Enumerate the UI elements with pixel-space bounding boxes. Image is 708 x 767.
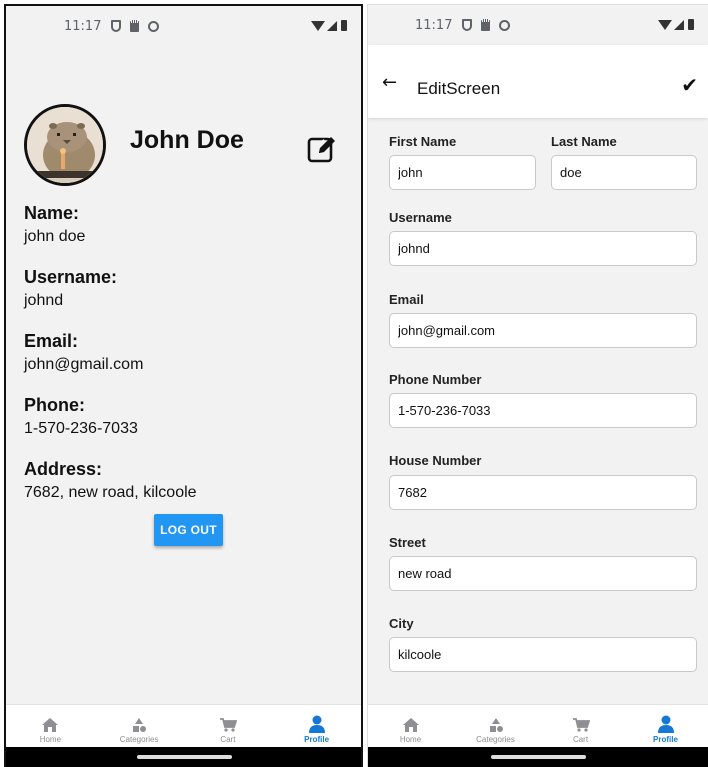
- tab-cart[interactable]: Cart: [184, 705, 273, 747]
- battery-icon: [341, 20, 347, 31]
- tab-categories[interactable]: Categories: [453, 705, 538, 747]
- home-icon: [42, 718, 59, 732]
- edit-profile-button[interactable]: [306, 133, 338, 165]
- tab-label: Home: [39, 735, 62, 744]
- sync-icon: [499, 19, 511, 31]
- username-label: Username: [389, 210, 452, 225]
- tab-label: Cart: [572, 735, 589, 744]
- tab-profile[interactable]: Profile: [623, 705, 708, 747]
- categories-icon: [489, 718, 503, 732]
- tab-label: Profile: [653, 735, 678, 744]
- city-field[interactable]: [389, 637, 697, 672]
- email-value: john@gmail.com: [24, 356, 144, 373]
- username-value: johnd: [24, 292, 64, 309]
- phone-number-field[interactable]: [389, 393, 697, 428]
- status-time: 11:17: [64, 18, 102, 34]
- capybara-avatar-icon: [27, 107, 103, 183]
- cart-icon: [572, 718, 590, 732]
- wifi-icon: [311, 20, 325, 31]
- profile-display-name: John Doe: [130, 126, 244, 154]
- signal-icon: [674, 19, 684, 30]
- tab-categories[interactable]: Categories: [95, 705, 184, 747]
- profile-screen: 11:17 John Doe Name: john doe Username: …: [4, 4, 363, 767]
- email-field[interactable]: [389, 313, 697, 348]
- username-label: Username:: [24, 267, 118, 287]
- city-label: City: [389, 616, 414, 631]
- house-number-field[interactable]: [389, 475, 697, 510]
- edit-icon: [307, 137, 335, 163]
- profile-icon: [657, 715, 674, 733]
- page-title: EditScreen: [417, 79, 501, 98]
- email-label: Email: [389, 292, 424, 307]
- status-bar: 11:17: [6, 6, 361, 46]
- phone-label: Phone:: [24, 395, 85, 415]
- categories-icon: [133, 718, 147, 732]
- shield-icon: [462, 19, 473, 31]
- first-name-label: First Name: [389, 134, 457, 149]
- sd-card-icon: [130, 19, 140, 32]
- home-gesture-handle[interactable]: [491, 755, 586, 759]
- last-name-label: Last Name: [551, 134, 617, 149]
- tab-home[interactable]: Home: [6, 705, 95, 747]
- sync-icon: [148, 20, 160, 32]
- profile-icon: [308, 715, 325, 733]
- logout-button[interactable]: LOG OUT: [154, 514, 223, 546]
- tab-label: Home: [399, 735, 422, 744]
- name-value: john doe: [24, 228, 86, 245]
- signal-icon: [327, 20, 337, 31]
- address-label: Address:: [24, 459, 103, 479]
- avatar: [24, 104, 106, 186]
- street-label: Street: [389, 535, 426, 550]
- cart-icon: [219, 718, 237, 732]
- edit-header: ← EditScreen ✔: [368, 45, 708, 118]
- shield-icon: [111, 20, 122, 32]
- system-nav-bar: [6, 747, 361, 767]
- system-nav-bar: [368, 747, 708, 767]
- checkmark-icon[interactable]: ✔: [681, 75, 698, 95]
- bottom-tab-bar: Home Categories Cart Profile: [368, 704, 708, 747]
- username-field[interactable]: [389, 231, 697, 266]
- email-label: Email:: [24, 331, 79, 351]
- tab-home[interactable]: Home: [368, 705, 453, 747]
- tab-label: Categories: [476, 735, 515, 744]
- last-name-field[interactable]: [551, 155, 697, 190]
- address-value: 7682, new road, kilcoole: [24, 484, 197, 501]
- tab-label: Cart: [220, 735, 236, 744]
- first-name-field[interactable]: [389, 155, 536, 190]
- back-arrow-icon[interactable]: ←: [382, 74, 397, 92]
- battery-icon: [688, 19, 694, 30]
- name-label: Name:: [24, 203, 80, 223]
- phone-value: 1-570-236-7033: [24, 420, 138, 437]
- tab-cart[interactable]: Cart: [538, 705, 623, 747]
- tab-label: Profile: [304, 735, 330, 744]
- home-gesture-handle[interactable]: [136, 755, 232, 759]
- phone-number-label: Phone Number: [389, 372, 482, 387]
- tab-label: Categories: [119, 735, 159, 744]
- status-time: 11:17: [415, 17, 453, 33]
- street-field[interactable]: [389, 556, 697, 591]
- house-number-label: House Number: [389, 453, 482, 468]
- home-icon: [402, 718, 419, 732]
- sd-card-icon: [481, 18, 491, 31]
- wifi-icon: [658, 19, 672, 30]
- status-bar: 11:17: [368, 5, 708, 45]
- tab-profile[interactable]: Profile: [272, 705, 361, 747]
- edit-screen: 11:17 ← EditScreen ✔ First Name Last Nam…: [367, 4, 708, 767]
- bottom-tab-bar: Home Categories Cart Profile: [6, 704, 361, 747]
